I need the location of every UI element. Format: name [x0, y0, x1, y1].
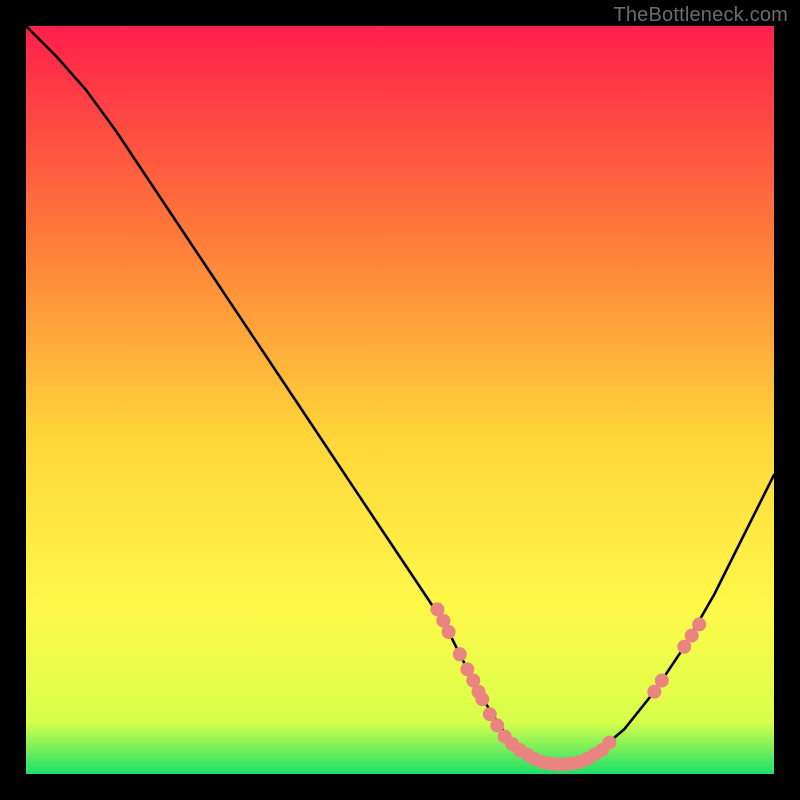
data-marker — [442, 625, 456, 639]
data-marker — [602, 736, 616, 750]
gradient-background — [26, 26, 774, 774]
bottleneck-chart — [26, 26, 774, 774]
attribution-text: TheBottleneck.com — [613, 4, 788, 27]
data-marker — [692, 617, 706, 631]
data-marker — [475, 692, 489, 706]
data-marker — [453, 647, 467, 661]
data-marker — [655, 674, 669, 688]
chart-frame — [26, 26, 774, 774]
